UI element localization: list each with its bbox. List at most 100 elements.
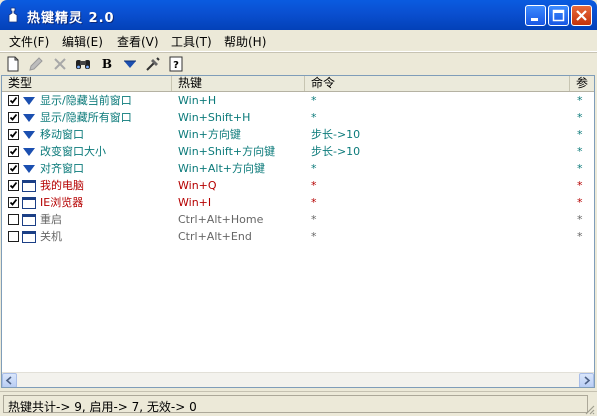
table-row[interactable]: 改变窗口大小 Win+Shift+方向键 步长->10 * — [2, 143, 594, 160]
row-name: 对齐窗口 — [40, 162, 84, 175]
column-command[interactable]: 命令 — [305, 76, 570, 91]
menu-file[interactable]: 文件(F) — [9, 33, 49, 50]
status-panel: 热键共计-> 9, 启用-> 7, 无效-> 0 — [3, 395, 588, 414]
row-name: IE浏览器 — [40, 196, 84, 209]
row-checkbox[interactable] — [8, 95, 19, 106]
scroll-left-button[interactable] — [2, 373, 17, 387]
menu-edit[interactable]: 编辑(E) — [62, 33, 103, 50]
maximize-icon — [552, 9, 565, 22]
row-hotkey: Win+H — [178, 94, 217, 107]
menu-bar: 文件(F) 编辑(E) 查看(V) 工具(T) 帮助(H) — [0, 30, 597, 52]
row-param: * — [577, 162, 583, 175]
maximize-button[interactable] — [548, 5, 569, 26]
table-row[interactable]: 重启 Ctrl+Alt+Home * * — [2, 211, 594, 228]
new-button[interactable] — [4, 55, 22, 73]
arrow-down-icon — [22, 95, 36, 107]
row-checkbox[interactable] — [8, 146, 19, 157]
row-name: 改变窗口大小 — [40, 145, 106, 158]
row-command: * — [311, 230, 317, 243]
row-param: * — [577, 145, 583, 158]
resize-grip-icon[interactable] — [583, 403, 595, 415]
row-name: 显示/隐藏所有窗口 — [40, 111, 132, 124]
row-hotkey: Ctrl+Alt+End — [178, 230, 252, 243]
row-hotkey: Ctrl+Alt+Home — [178, 213, 264, 226]
menu-help[interactable]: 帮助(H) — [224, 33, 266, 50]
row-checkbox[interactable] — [8, 163, 19, 174]
arrow-down-icon — [124, 60, 136, 68]
settings-button[interactable] — [144, 55, 162, 73]
toolbar: B ? — [0, 52, 597, 75]
find-button[interactable] — [74, 55, 92, 73]
scroll-right-button[interactable] — [579, 373, 594, 387]
binoculars-icon — [76, 60, 90, 69]
column-param[interactable]: 参 — [570, 76, 594, 91]
check-icon — [9, 198, 18, 206]
column-type[interactable]: 类型 — [2, 76, 172, 91]
column-hotkey[interactable]: 热键 — [172, 76, 305, 91]
row-hotkey: Win+Q — [178, 179, 217, 192]
table-row[interactable]: 对齐窗口 Win+Alt+方向键 * * — [2, 160, 594, 177]
bold-button[interactable]: B — [98, 55, 116, 73]
table-row[interactable]: 显示/隐藏所有窗口 Win+Shift+H * * — [2, 109, 594, 126]
title-bar[interactable]: 热键精灵 2.0 — [0, 0, 597, 30]
window-icon — [22, 231, 36, 243]
row-checkbox[interactable] — [8, 129, 19, 140]
arrow-down-icon — [22, 129, 36, 141]
row-command: * — [311, 94, 317, 107]
status-text: 热键共计-> 9, 启用-> 7, 无效-> 0 — [8, 400, 197, 414]
window-icon — [22, 214, 36, 226]
chevron-right-icon — [584, 376, 591, 385]
row-command: 步长->10 — [311, 145, 361, 158]
row-command: * — [311, 196, 317, 209]
chevron-left-icon — [5, 376, 12, 385]
check-icon — [9, 113, 18, 121]
table-row[interactable]: 移动窗口 Win+方向键 步长->10 * — [2, 126, 594, 143]
close-icon — [576, 10, 587, 21]
horizontal-scrollbar[interactable] — [2, 372, 594, 387]
check-icon — [9, 164, 18, 172]
row-hotkey: Win+I — [178, 196, 212, 209]
window-title: 热键精灵 2.0 — [27, 11, 115, 26]
app-window: 热键精灵 2.0 文件(F) 编辑(E) 查看(V) 工具(T) 帮助(H) B… — [0, 0, 597, 416]
delete-icon — [54, 58, 66, 70]
row-command: 步长->10 — [311, 128, 361, 141]
row-name: 显示/隐藏当前窗口 — [40, 94, 132, 107]
arrow-down-icon — [22, 163, 36, 175]
row-hotkey: Win+Alt+方向键 — [178, 162, 265, 175]
hotkey-list[interactable]: 类型 热键 命令 参 显示/隐藏当前窗口 Win+H * * 显示/隐藏所有窗口 Win+… — [1, 75, 595, 388]
row-checkbox[interactable] — [8, 112, 19, 123]
table-row[interactable]: 我的电脑 Win+Q * * — [2, 177, 594, 194]
minimize-button[interactable] — [525, 5, 546, 26]
row-param: * — [577, 128, 583, 141]
delete-button[interactable] — [51, 55, 69, 73]
status-bar: 热键共计-> 9, 启用-> 7, 无效-> 0 — [0, 391, 597, 416]
menu-tools[interactable]: 工具(T) — [171, 33, 212, 50]
arrow-down-icon — [22, 112, 36, 124]
close-button[interactable] — [571, 5, 592, 26]
edit-button[interactable] — [27, 55, 45, 73]
brush-icon — [29, 57, 43, 71]
check-icon — [9, 96, 18, 104]
row-command: * — [311, 213, 317, 226]
row-name: 移动窗口 — [40, 128, 84, 141]
row-param: * — [577, 196, 583, 209]
table-row[interactable]: 显示/隐藏当前窗口 Win+H * * — [2, 92, 594, 109]
table-row[interactable]: IE浏览器 Win+I * * — [2, 194, 594, 211]
help-icon: ? — [169, 56, 183, 72]
row-checkbox[interactable] — [8, 214, 19, 225]
help-button[interactable]: ? — [167, 55, 185, 73]
window-icon — [22, 197, 36, 209]
minimize-icon — [531, 18, 538, 21]
row-checkbox[interactable] — [8, 197, 19, 208]
table-row[interactable]: 关机 Ctrl+Alt+End * * — [2, 228, 594, 245]
svg-text:?: ? — [173, 60, 179, 71]
row-hotkey: Win+Shift+H — [178, 111, 251, 124]
row-checkbox[interactable] — [8, 180, 19, 191]
arrow-down-icon — [22, 146, 36, 158]
move-down-button[interactable] — [121, 55, 139, 73]
row-param: * — [577, 230, 583, 243]
menu-view[interactable]: 查看(V) — [117, 33, 159, 50]
row-param: * — [577, 111, 583, 124]
row-checkbox[interactable] — [8, 231, 19, 242]
check-icon — [9, 181, 18, 189]
